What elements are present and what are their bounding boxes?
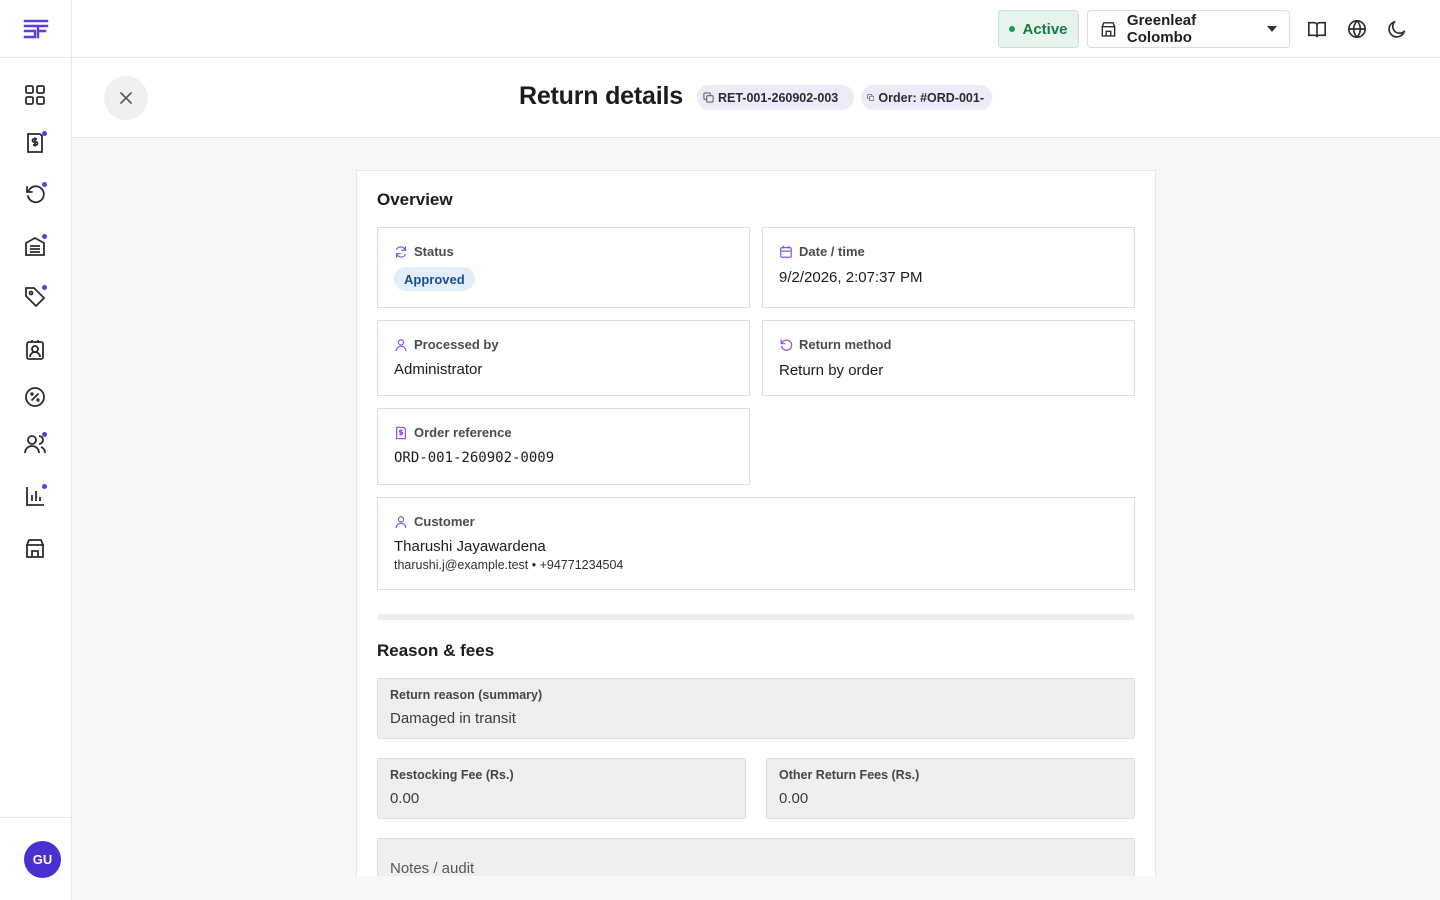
order-chip[interactable]: Order: #ORD-001- [861, 85, 992, 110]
other-fees-label: Other Return Fees (Rs.) [779, 768, 920, 782]
order-chip-label: Order: #ORD-001- [878, 90, 984, 105]
reason-fees-title: Reason & fees [377, 641, 495, 660]
processed-by-label: Processed by [394, 337, 499, 352]
status-indicator[interactable]: Active [998, 10, 1079, 48]
status-label-text: Status [414, 244, 454, 259]
language-button[interactable] [1345, 17, 1369, 41]
theme-toggle[interactable] [1385, 17, 1409, 41]
status-label: Status [394, 244, 454, 259]
book-icon [1308, 21, 1326, 38]
customer-contact: tharushi.j@example.test • +94771234504 [394, 558, 624, 572]
sidebar-footer: GU [0, 817, 71, 900]
notification-dot [42, 234, 47, 239]
topbar: Active Greenleaf Colombo [72, 0, 1440, 58]
grid-icon [25, 85, 45, 105]
processed-by-value: Administrator [394, 361, 483, 378]
close-icon [120, 92, 132, 104]
sidebar-item-contacts[interactable] [17, 332, 53, 368]
sidebar-item-dashboard[interactable] [17, 77, 53, 113]
other-fees-value: 0.00 [779, 790, 809, 807]
docs-button[interactable] [1305, 17, 1329, 41]
page-title: Return details [519, 82, 683, 110]
copy-icon [867, 94, 875, 101]
restocking-fee-input[interactable]: Restocking Fee (Rs.) 0.00 [377, 758, 746, 819]
close-button[interactable] [104, 76, 148, 120]
customer-label: Customer [394, 514, 475, 529]
discount-icon [25, 387, 45, 407]
store-icon [1101, 22, 1116, 37]
store-icon [26, 539, 44, 558]
status-label: Active [1022, 20, 1068, 38]
customer-field: Customer Tharushi Jayawardena tharushi.j… [377, 497, 1135, 590]
sidebar-item-stores[interactable] [17, 530, 53, 566]
notes-placeholder: Notes / audit [390, 860, 475, 876]
sidebar-item-inventory[interactable] [17, 228, 53, 264]
section-divider [377, 614, 1135, 620]
sidebar-item-orders[interactable] [17, 125, 53, 161]
order-reference-label-text: Order reference [414, 425, 512, 440]
status-field: Status Approved [377, 227, 750, 308]
notification-dot [42, 285, 47, 290]
invoice-dollar-icon [396, 426, 406, 439]
datetime-label-text: Date / time [799, 244, 865, 259]
page-header: Return details RET-001-260902-003 Order:… [72, 58, 1440, 138]
status-dot [1009, 26, 1016, 32]
sidebar-item-discounts[interactable] [17, 379, 53, 415]
return-method-label: Return method [779, 337, 891, 352]
sidebar-item-returns[interactable] [17, 176, 53, 212]
notification-dot [42, 432, 47, 437]
order-reference-value[interactable]: ORD-001-260902-0009 [394, 450, 554, 466]
processed-by-field: Processed by Administrator [377, 320, 750, 396]
notification-dot [42, 182, 47, 187]
notification-dot [42, 484, 47, 489]
order-reference-field: Order reference ORD-001-260902-0009 [377, 408, 750, 485]
order-reference-label: Order reference [394, 425, 512, 440]
logo-icon [23, 19, 48, 38]
return-method-label-text: Return method [799, 337, 892, 352]
sidebar: GU [0, 0, 72, 900]
user-icon [395, 338, 407, 351]
datetime-label: Date / time [779, 244, 865, 259]
overview-title: Overview [377, 190, 453, 209]
datetime-value: 9/2/2026, 2:07:37 PM [779, 269, 923, 286]
calendar-icon [780, 245, 792, 258]
moon-icon [1388, 20, 1406, 38]
processed-by-label-text: Processed by [414, 337, 499, 352]
user-icon [395, 515, 407, 528]
copy-icon [703, 92, 714, 103]
customer-name: Tharushi Jayawardena [394, 538, 546, 555]
avatar[interactable]: GU [24, 841, 61, 878]
return-id: RET-001-260902-003 [718, 90, 839, 105]
sidebar-item-products[interactable] [17, 279, 53, 315]
globe-icon [1348, 20, 1366, 38]
return-details-card: Overview Status Approved Date / time 9/2… [356, 170, 1156, 876]
datetime-field: Date / time 9/2/2026, 2:07:37 PM [762, 227, 1135, 308]
status-badge: Approved [394, 267, 475, 291]
restocking-fee-value: 0.00 [390, 790, 420, 807]
notes-input[interactable]: Notes / audit [377, 838, 1135, 876]
store-name: Greenleaf Colombo [1126, 12, 1197, 46]
sidebar-item-users[interactable] [17, 426, 53, 462]
other-fees-input[interactable]: Other Return Fees (Rs.) 0.00 [766, 758, 1135, 819]
undo-icon [780, 339, 793, 351]
chevron-down-icon [1267, 26, 1277, 32]
restocking-fee-label: Restocking Fee (Rs.) [390, 768, 514, 782]
app-logo[interactable] [0, 0, 71, 58]
return-reason-label: Return reason (summary) [390, 688, 543, 702]
store-selector[interactable]: Greenleaf Colombo [1087, 10, 1290, 48]
contact-card-icon [26, 340, 44, 360]
notification-dot [42, 131, 47, 136]
return-method-value: Return by order [779, 362, 884, 379]
return-reason-input[interactable]: Return reason (summary) Damaged in trans… [377, 678, 1135, 739]
return-reason-value: Damaged in transit [390, 710, 516, 727]
refresh-icon [396, 245, 406, 258]
customer-label-text: Customer [414, 514, 475, 529]
sidebar-item-reports[interactable] [17, 478, 53, 514]
return-id-chip[interactable]: RET-001-260902-003 [697, 85, 854, 110]
return-method-field: Return method Return by order [762, 320, 1135, 396]
